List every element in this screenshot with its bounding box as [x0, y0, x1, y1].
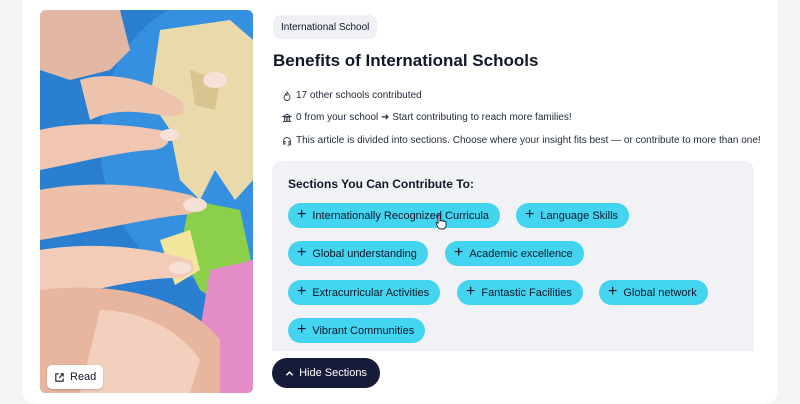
sections-info: This article is divided into sections. C…	[282, 135, 761, 146]
chip-label: Global understanding	[312, 247, 417, 260]
chip-label: Fantastic Facilities	[481, 286, 572, 299]
chip-label: Academic excellence	[469, 247, 573, 260]
article-image	[40, 10, 253, 393]
sections-heading: Sections You Can Contribute To:	[288, 177, 474, 191]
sections-panel: Sections You Can Contribute To: + Intern…	[272, 161, 754, 351]
read-button[interactable]: Read	[47, 365, 104, 389]
plus-icon: +	[297, 206, 307, 223]
chip-label: Extracurricular Activities	[312, 286, 430, 299]
sections-info-text: This article is divided into sections. C…	[296, 135, 761, 146]
section-chip-vibrant-communities[interactable]: + Vibrant Communities	[288, 318, 426, 343]
flame-icon	[283, 90, 291, 101]
plus-icon: +	[525, 206, 535, 223]
page-title: Benefits of International Schools	[273, 51, 539, 70]
school-contribution-info: 0 from your school ➜ Start contributing …	[282, 112, 572, 123]
chip-label: Vibrant Communities	[312, 324, 415, 337]
hide-sections-label: Hide Sections	[299, 367, 367, 379]
section-chip-global-understanding[interactable]: + Global understanding	[288, 241, 428, 266]
chip-label: Language Skills	[540, 209, 619, 222]
school-contribution-text: 0 from your school ➜ Start contributing …	[296, 112, 572, 123]
section-chip-internationally-recognized-curricula[interactable]: + Internationally Recognized Curricula	[288, 203, 501, 228]
contributors-info: 17 other schools contributed	[282, 90, 422, 101]
category-tag: International School	[273, 15, 378, 39]
section-chip-fantastic-facilities[interactable]: + Fantastic Facilities	[457, 280, 583, 305]
plus-icon: +	[454, 244, 464, 261]
external-link-icon	[55, 372, 64, 382]
plus-icon: +	[297, 244, 307, 261]
chip-label: Internationally Recognized Curricula	[312, 209, 490, 222]
section-chip-academic-excellence[interactable]: + Academic excellence	[445, 241, 584, 266]
read-label: Read	[70, 371, 97, 383]
chip-label: Global network	[623, 286, 697, 299]
hand-cursor-icon	[435, 214, 447, 230]
hide-sections-button[interactable]: Hide Sections	[272, 358, 380, 388]
section-chip-language-skills[interactable]: + Language Skills	[516, 203, 630, 228]
section-chip-extracurricular-activities[interactable]: + Extracurricular Activities	[288, 280, 441, 305]
headset-icon	[283, 136, 291, 146]
section-chip-global-network[interactable]: + Global network	[599, 280, 708, 305]
plus-icon: +	[608, 283, 618, 300]
plus-icon: +	[466, 283, 476, 300]
contributors-text: 17 other schools contributed	[296, 90, 422, 101]
plus-icon: +	[297, 283, 307, 300]
plus-icon: +	[297, 321, 307, 338]
chevron-up-icon	[285, 370, 294, 376]
school-building-icon	[282, 112, 292, 122]
